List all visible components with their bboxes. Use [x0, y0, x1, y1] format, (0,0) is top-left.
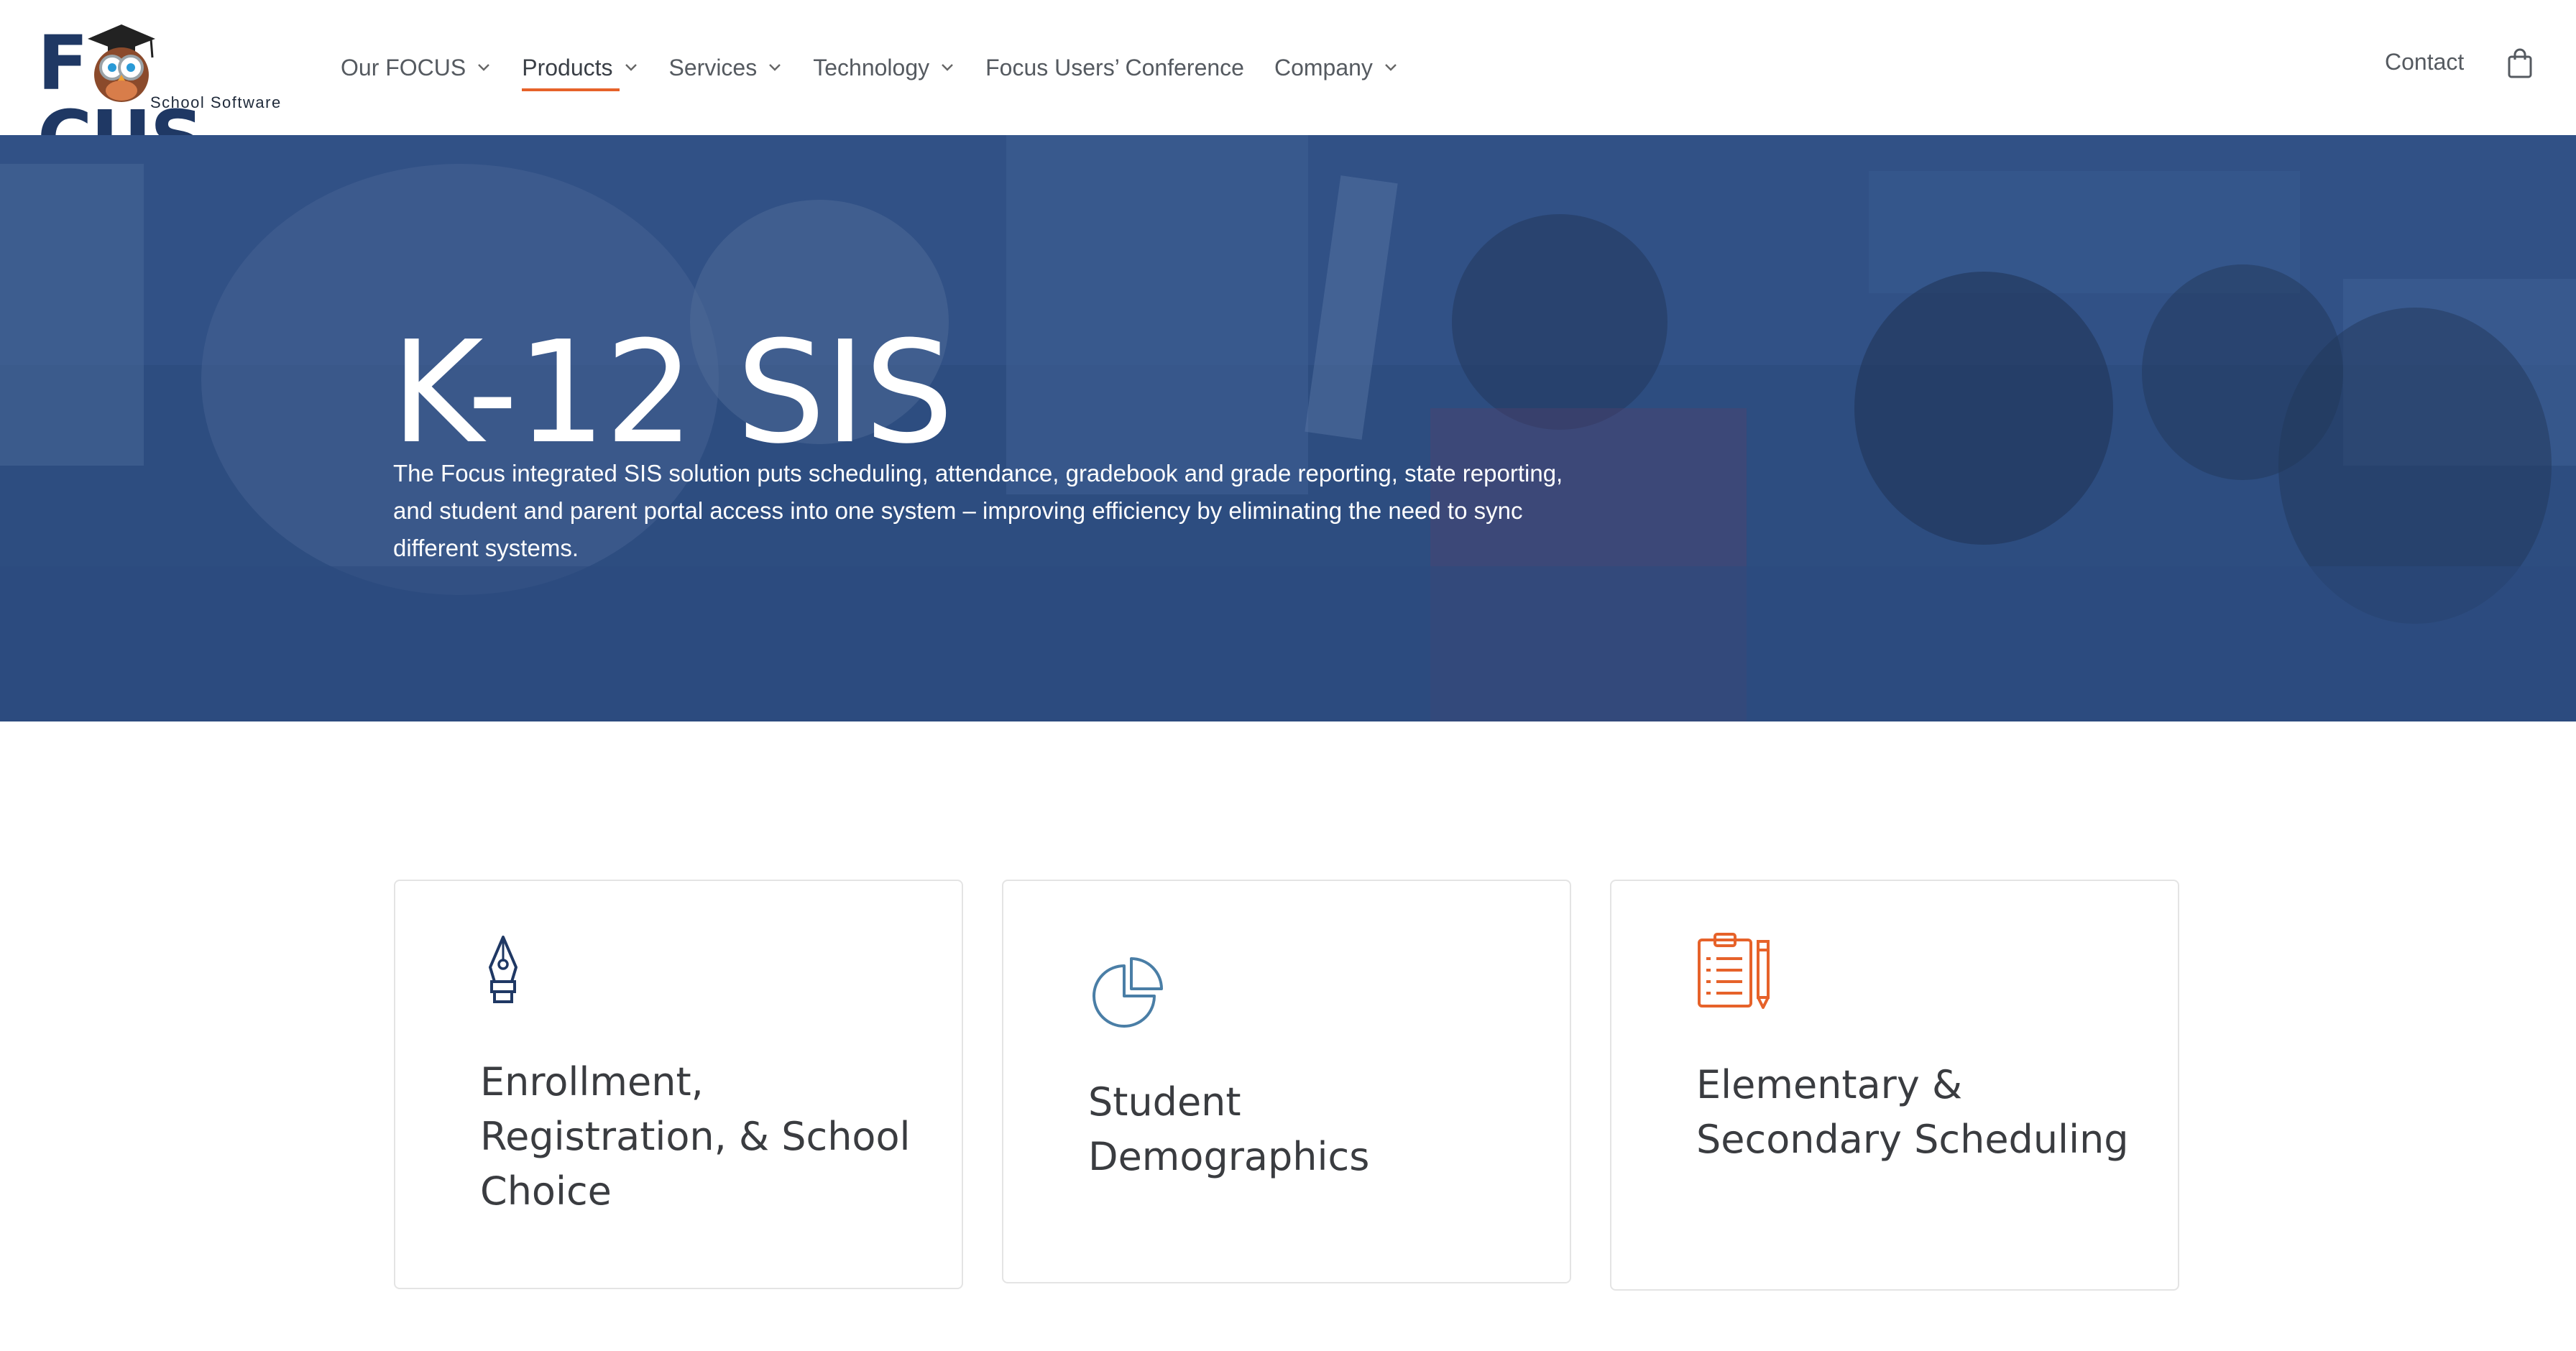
site-header: FCUS School Software Our FOCUS Products … — [0, 0, 2576, 175]
chevron-down-icon — [942, 64, 953, 71]
card-title: Enrollment, Registration, & School Choic… — [480, 1059, 911, 1214]
feature-card-enrollment[interactable]: Enrollment, Registration, & School Choic… — [394, 880, 963, 1289]
chevron-down-icon — [1385, 64, 1397, 71]
pie-chart-icon — [1092, 957, 1163, 1028]
feature-card-scheduling[interactable]: Elementary & Secondary Scheduling — [1610, 880, 2179, 1291]
nav-item-company[interactable]: Company — [1274, 55, 1399, 81]
nav-label: Company — [1274, 54, 1373, 80]
pen-nib-icon — [489, 936, 518, 1003]
clipboard-icon — [1698, 933, 1770, 1009]
nav-label: Focus Users’ Conference — [985, 54, 1244, 80]
card-title: Elementary & Secondary Scheduling — [1696, 1062, 2129, 1162]
nav-label: Our FOCUS — [341, 54, 466, 80]
nav-item-services[interactable]: Services — [669, 55, 783, 81]
hero-banner: K-12 SIS The Focus integrated SIS soluti… — [0, 135, 2576, 721]
nav-label: Products — [522, 54, 613, 80]
nav-label: Services — [668, 54, 758, 80]
logo-tagline: School Software — [150, 93, 282, 111]
main-navigation: Our FOCUS Products Services Technology F… — [341, 0, 1429, 135]
chevron-down-icon — [625, 64, 637, 71]
owl-mascot-icon — [88, 24, 155, 102]
focus-logo[interactable]: FCUS School Software — [37, 20, 296, 175]
card-title: Student Demographics — [1088, 1079, 1370, 1179]
feature-card-demographics[interactable]: Student Demographics — [1002, 880, 1571, 1283]
contact-link[interactable]: Contact — [2385, 49, 2464, 75]
nav-label: Technology — [813, 54, 930, 80]
classroom-background-image — [0, 135, 2576, 721]
nav-item-users-conference[interactable]: Focus Users’ Conference — [985, 55, 1244, 81]
shopping-bag-icon[interactable] — [2507, 47, 2533, 79]
chevron-down-icon — [769, 64, 781, 71]
page-title: K-12 SIS — [391, 311, 954, 476]
chevron-down-icon — [478, 64, 490, 71]
hero-description: The Focus integrated SIS solution puts s… — [393, 460, 1563, 561]
nav-item-our-focus[interactable]: Our FOCUS — [341, 55, 492, 81]
nav-item-technology[interactable]: Technology — [813, 55, 955, 81]
nav-item-products[interactable]: Products — [522, 54, 638, 91]
